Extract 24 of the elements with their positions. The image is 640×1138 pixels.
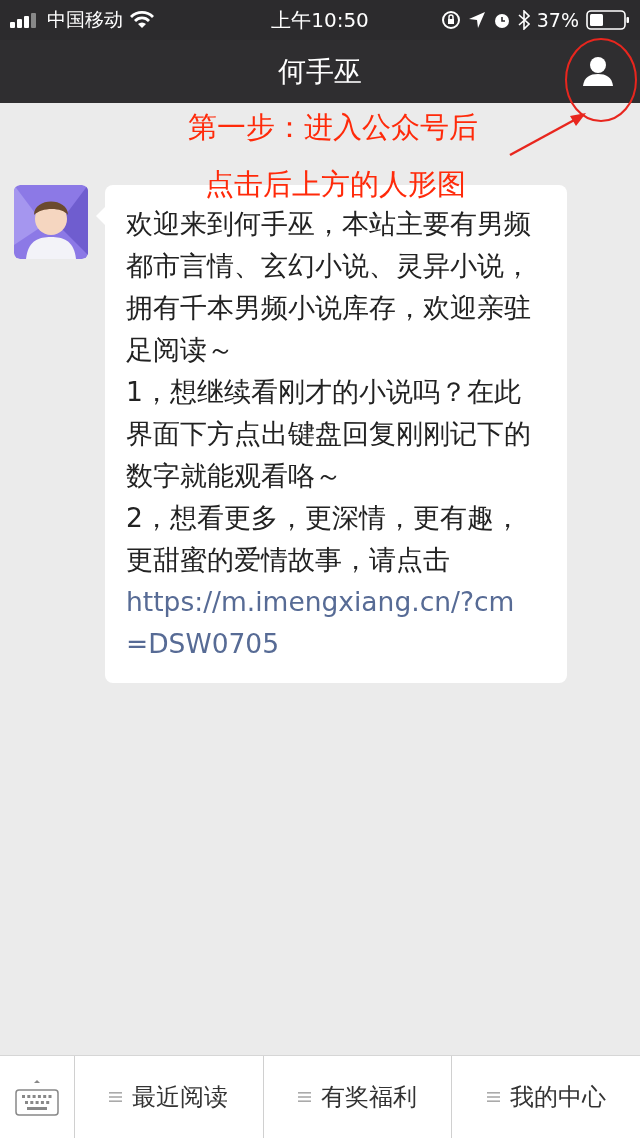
alarm-clock-icon [492, 11, 511, 29]
message-link[interactable]: https://m.imengxiang.cn/?cm=DSW0705 [126, 581, 536, 665]
wifi-icon [130, 11, 154, 29]
status-time: 上午10:50 [271, 6, 369, 34]
menu-lines-icon [486, 1091, 500, 1103]
bluetooth-icon [517, 10, 530, 30]
annotation-text: 点击后上方的人形图 [205, 166, 466, 203]
battery-icon [586, 10, 630, 30]
annotation-text: 第一步：进入公众号后 [188, 109, 478, 146]
person-icon[interactable] [582, 56, 614, 86]
carrier-name: 中国移动 [47, 7, 123, 32]
message-text: 1，想继续看刚才的小说吗？在此界面下方点出键盘回复刚刚记下的数字就能观看咯～ [126, 375, 532, 493]
menu-button[interactable]: 有奖福利 [263, 1056, 453, 1138]
message-text: 欢迎来到何手巫，本站主要有男频都市言情、玄幻小说、灵异小说，拥有千本男频小说库存，欢迎亲驻足阅读～ [126, 207, 532, 367]
rotation-lock-icon [440, 10, 461, 30]
menu-lines-icon [298, 1091, 311, 1103]
battery-percent: 37% [536, 9, 579, 31]
message-text: 2，想看更多，更深情，更有趣，更甜蜜的爱情故事，请点击 [126, 501, 522, 577]
menu-lines-icon [109, 1091, 123, 1103]
menu-button[interactable]: 我的中心 [452, 1056, 640, 1138]
menu-button[interactable]: 最近阅读 [75, 1056, 264, 1138]
location-arrow-icon [467, 11, 486, 29]
chat-title: 何手巫 [278, 53, 362, 90]
keyboard-icon [15, 1078, 59, 1116]
